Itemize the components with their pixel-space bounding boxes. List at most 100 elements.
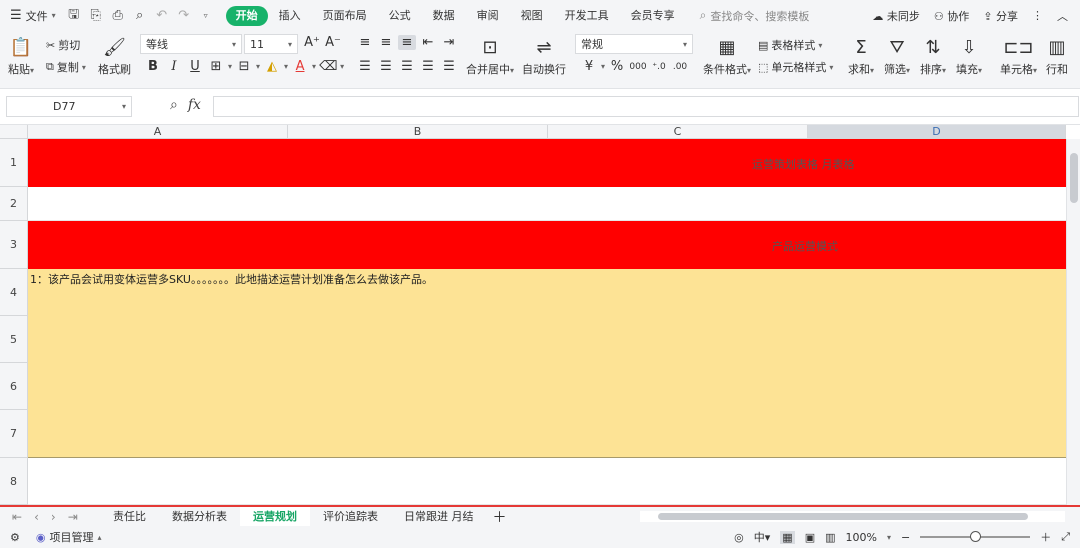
customize-icon[interactable]: ▿ <box>198 11 214 20</box>
redo-icon[interactable]: ↷ <box>176 8 192 23</box>
row-header-5[interactable]: 5 <box>0 316 28 363</box>
first-sheet-icon[interactable]: ⇤ <box>12 510 22 524</box>
file-menu[interactable]: ☰ 文件 ▾ <box>10 8 56 24</box>
row-header-2[interactable]: 2 <box>0 187 28 221</box>
tab-review[interactable]: 审阅 <box>466 6 510 26</box>
bold-icon[interactable]: B <box>144 59 162 74</box>
save-icon[interactable]: 🖫 <box>66 5 82 27</box>
zoom-out-icon[interactable]: − <box>901 531 910 544</box>
align-top-icon[interactable]: ≡ <box>356 35 374 50</box>
table-style-button[interactable]: ▤ 表格样式 ▾ <box>758 37 822 53</box>
merged-body-cell[interactable]: 1：该产品会试用变体运营多SKU。。。。。。。此地描述运营计划准备怎么去做该产品… <box>28 269 1066 458</box>
cut-button[interactable]: ✂ 剪切 <box>46 37 80 53</box>
row-header-8[interactable]: 8 <box>0 458 28 505</box>
tab-data[interactable]: 数据 <box>422 6 466 26</box>
sheet-tab[interactable]: 数据分析表 <box>159 507 240 526</box>
page-layout-icon[interactable]: ▣ <box>805 531 815 544</box>
sort-button[interactable]: ⇅ 排序▾ <box>920 35 946 77</box>
horizontal-scrollbar[interactable] <box>640 511 1065 522</box>
align-right-icon[interactable]: ☰ <box>398 59 416 74</box>
fullscreen-icon[interactable]: ⤢ <box>1061 530 1070 544</box>
collapse-ribbon-icon[interactable]: ︿ <box>1057 8 1068 24</box>
decrease-font-icon[interactable]: A⁻ <box>324 35 342 50</box>
fill-color-icon[interactable]: ◭ <box>263 59 281 74</box>
format-painter-button[interactable]: 🖌 格式刷 <box>98 35 131 77</box>
zoom-in-icon[interactable]: ＋ <box>1040 529 1051 545</box>
prev-sheet-icon[interactable]: ‹ <box>34 510 39 524</box>
tab-formulas[interactable]: 公式 <box>378 6 422 26</box>
macro-icon[interactable]: ⚙ <box>10 531 20 544</box>
align-center-icon[interactable]: ☰ <box>377 59 395 74</box>
eye-protect-icon[interactable]: ◎ <box>734 531 744 544</box>
decrease-decimal-icon[interactable]: .00 <box>671 62 689 72</box>
page-break-icon[interactable]: ▥ <box>825 531 835 544</box>
row-header-7[interactable]: 7 <box>0 410 28 458</box>
column-header-c[interactable]: C <box>548 125 808 139</box>
merge-cells-icon[interactable]: ⊟ <box>235 59 253 74</box>
sheet-tab-active[interactable]: 运营规划 <box>240 507 310 526</box>
merge-center-button[interactable]: ⊡ 合并居中▾ <box>466 35 514 77</box>
print-preview-icon[interactable]: ⌕ <box>132 8 148 23</box>
sheet-tab[interactable]: 日常跟进 月结 <box>391 507 487 526</box>
row-col-button[interactable]: ▥ 行和 <box>1046 35 1068 77</box>
project-label[interactable]: 项目管理 <box>49 529 93 545</box>
italic-icon[interactable]: I <box>165 59 183 74</box>
tab-developer[interactable]: 开发工具 <box>554 6 620 26</box>
more-icon[interactable]: ⋮ <box>1032 9 1043 22</box>
justify-icon[interactable]: ☰ <box>419 59 437 74</box>
collab-button[interactable]: ⚇ 协作 <box>934 8 969 24</box>
merged-title-cell[interactable]: 运营策划表格 月表格 <box>28 139 1066 187</box>
cell-button[interactable]: ⊏⊐ 单元格▾ <box>1000 35 1037 77</box>
next-sheet-icon[interactable]: › <box>51 510 56 524</box>
number-format-select[interactable]: 常规 ▾ <box>575 34 693 54</box>
tab-member[interactable]: 会员专享 <box>620 6 686 26</box>
undo-icon[interactable]: ↶ <box>154 8 170 23</box>
increase-decimal-icon[interactable]: ⁺.0 <box>650 62 668 72</box>
percent-icon[interactable]: % <box>608 59 626 74</box>
indent-decrease-icon[interactable]: ⇤ <box>419 35 437 50</box>
zoom-slider-knob[interactable] <box>970 531 982 542</box>
normal-view-icon[interactable]: ▦ <box>780 530 795 544</box>
column-header-a[interactable]: A <box>28 125 288 139</box>
tab-page-layout[interactable]: 页面布局 <box>312 6 378 26</box>
column-header-d[interactable]: D <box>808 125 1066 139</box>
font-name-select[interactable]: 等线 ▾ <box>140 34 242 54</box>
print-icon[interactable]: ⎙ <box>110 8 126 23</box>
filter-button[interactable]: ⛛ 筛选▾ <box>884 35 910 77</box>
copy-button[interactable]: ⧉ 复制 ▾ <box>46 59 86 75</box>
tab-view[interactable]: 视图 <box>510 6 554 26</box>
zoom-search-icon[interactable]: ⌕ <box>170 97 178 113</box>
tab-insert[interactable]: 插入 <box>268 6 312 26</box>
sheet-tab[interactable]: 评价追踪表 <box>310 507 391 526</box>
indent-increase-icon[interactable]: ⇥ <box>440 35 458 50</box>
wrap-text-button[interactable]: ⇌ 自动换行 <box>522 35 566 77</box>
command-search[interactable]: ⌕ 查找命令、搜索模板 <box>700 8 810 24</box>
zoom-slider[interactable] <box>920 531 1031 542</box>
underline-icon[interactable]: U <box>186 59 204 74</box>
horizontal-scroll-thumb[interactable] <box>658 513 1028 520</box>
last-sheet-icon[interactable]: ⇥ <box>68 510 78 524</box>
zoom-level[interactable]: 100% <box>846 531 877 544</box>
input-method-icon[interactable]: 中▾ <box>754 529 771 545</box>
sync-status[interactable]: ☁ 未同步 <box>872 8 920 24</box>
sheet-tab[interactable]: 责任比 <box>100 507 159 526</box>
border-icon[interactable]: ⊞ <box>207 59 225 74</box>
font-size-select[interactable]: 11 ▾ <box>244 34 298 54</box>
align-middle-icon[interactable]: ≡ <box>377 35 395 50</box>
formula-input[interactable] <box>213 96 1079 117</box>
font-color-icon[interactable]: A <box>291 59 309 74</box>
clear-format-icon[interactable]: ⌫ <box>319 59 337 74</box>
export-icon[interactable]: ⎘ <box>88 8 104 23</box>
distributed-icon[interactable]: ☰ <box>440 59 458 74</box>
tab-home[interactable]: 开始 <box>225 5 268 26</box>
fill-button[interactable]: ⇩ 填充▾ <box>956 35 982 77</box>
cond-format-button[interactable]: ▦ 条件格式▾ <box>703 35 751 77</box>
share-button[interactable]: ⇪ 分享 <box>983 8 1018 24</box>
currency-icon[interactable]: ¥ <box>580 59 598 74</box>
row-8-cells[interactable] <box>28 458 1066 505</box>
function-icon[interactable]: fx <box>188 97 201 113</box>
align-bottom-icon[interactable]: ≡ <box>398 35 416 50</box>
row-header-4[interactable]: 4 <box>0 269 28 316</box>
name-box[interactable]: D77 ▾ <box>6 96 132 117</box>
vertical-scroll-thumb[interactable] <box>1070 153 1078 203</box>
